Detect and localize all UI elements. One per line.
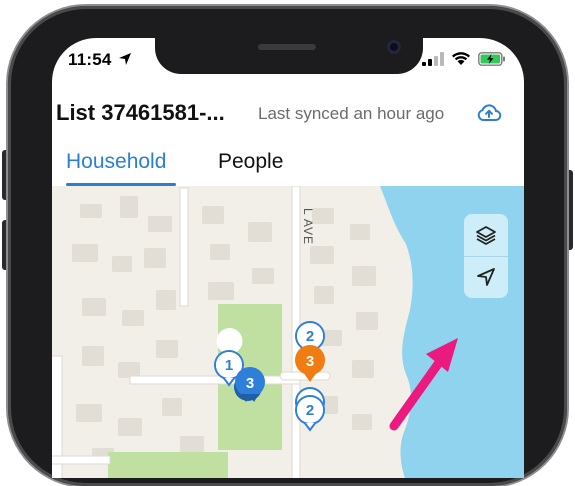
map-controls (464, 214, 508, 298)
svg-text:2: 2 (306, 328, 314, 345)
svg-text:2: 2 (306, 402, 314, 419)
status-time: 11:54 (68, 50, 132, 70)
layers-button[interactable] (464, 214, 508, 257)
battery-charging-icon (478, 51, 505, 66)
location-services-icon (119, 53, 132, 65)
tab-household[interactable]: Household (66, 150, 166, 174)
svg-text:1: 1 (225, 357, 233, 374)
map-canvas[interactable]: L AVE 1 2 3 3 2 (52, 186, 524, 478)
notch (155, 38, 423, 74)
phone-frame: 11:54 List 37461581-... Last synced an h… (0, 0, 575, 486)
wifi-icon (452, 52, 470, 65)
layers-icon (476, 226, 496, 245)
cloud-upload-icon[interactable] (476, 102, 502, 124)
map-view[interactable]: L AVE 1 2 3 3 2 (52, 186, 524, 478)
streets (52, 186, 331, 478)
street-label: L AVE (301, 208, 315, 245)
location-arrow-icon (477, 268, 495, 286)
list-title: List 37461581-... (56, 100, 225, 125)
sync-status-text: Last synced an hour ago (258, 104, 445, 123)
svg-text:3: 3 (306, 353, 314, 370)
front-camera (387, 40, 401, 54)
park-south (108, 452, 228, 478)
svg-text:3: 3 (246, 375, 254, 392)
cellular-signal-icon (422, 51, 444, 66)
tab-people[interactable]: People (218, 150, 283, 174)
app-screen: 11:54 List 37461581-... Last synced an h… (52, 38, 524, 478)
power-button (566, 170, 573, 250)
status-icons (422, 51, 506, 66)
speaker (258, 44, 316, 50)
current-location-button[interactable] (464, 256, 508, 298)
